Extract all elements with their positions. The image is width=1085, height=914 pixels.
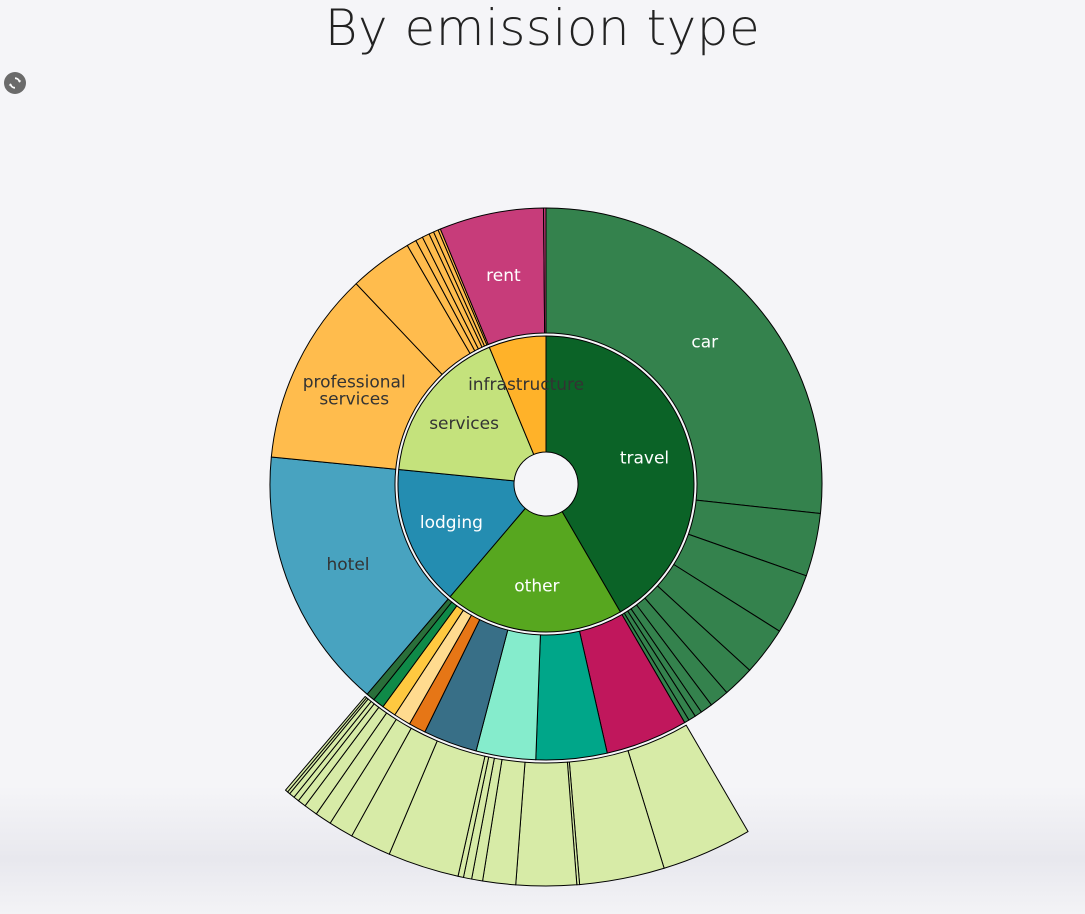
sunburst-arcs	[269, 207, 823, 887]
outer-label-28: rent	[486, 266, 521, 286]
inner-label-1: other	[514, 577, 559, 597]
outer-label-0: car	[691, 332, 718, 352]
inner-label-0: travel	[620, 449, 669, 469]
page: By emission type travel other lodging servi…	[0, 0, 1085, 914]
third-slice-3[interactable]	[515, 761, 578, 887]
outer-label-19: hotel	[326, 555, 369, 575]
sunburst-chart: travel other lodging services infrastructure…	[269, 207, 823, 887]
inner-label-2: lodging	[420, 513, 483, 533]
inner-label-4: infrastructure	[468, 375, 584, 395]
inner-label-3: services	[429, 414, 499, 434]
